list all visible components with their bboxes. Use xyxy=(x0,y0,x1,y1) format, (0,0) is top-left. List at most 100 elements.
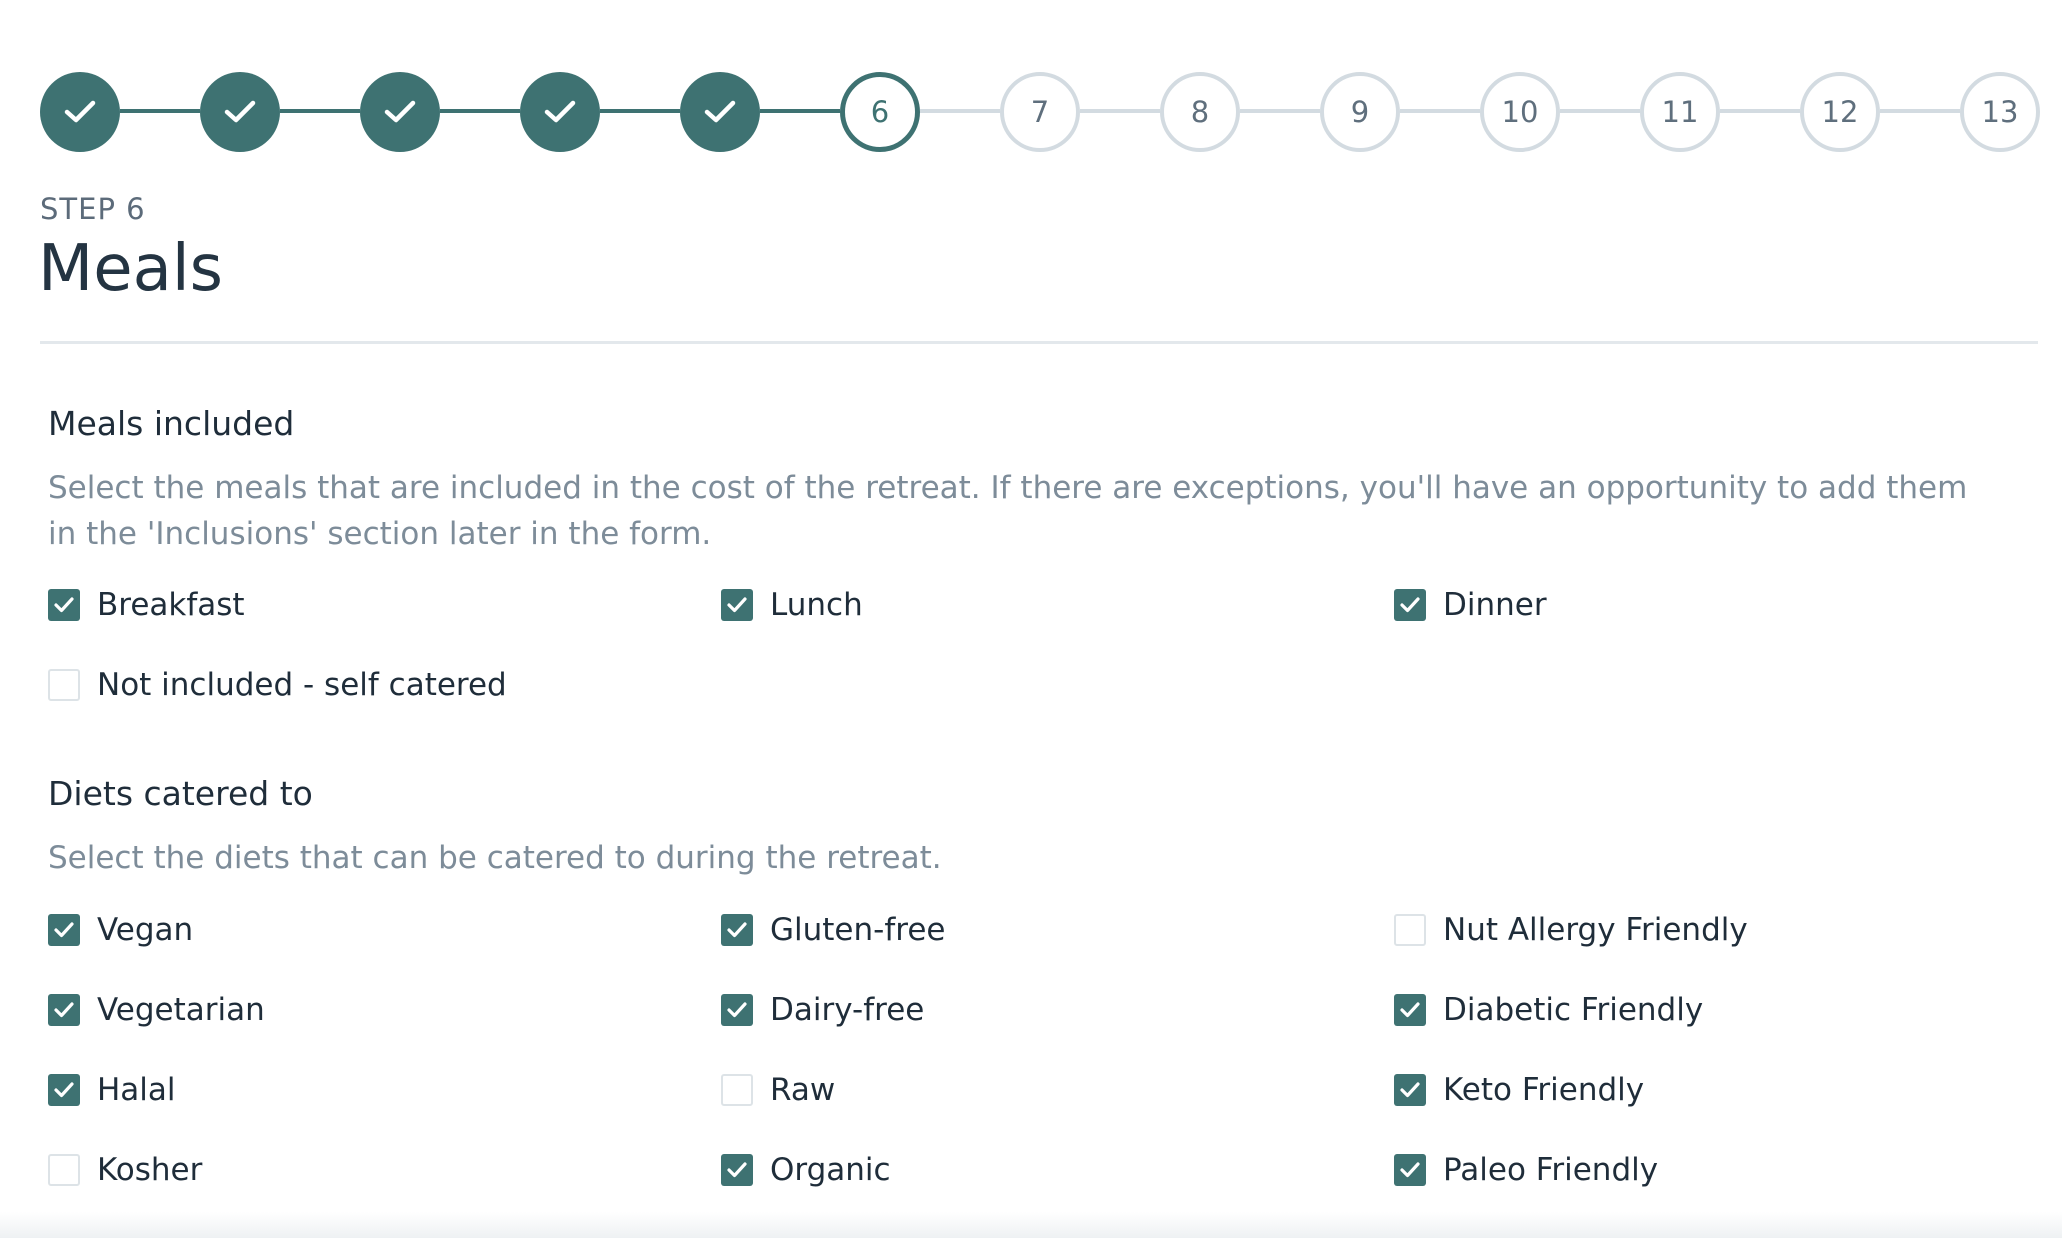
checkbox-option-lunch[interactable]: Lunch xyxy=(721,585,863,625)
checkbox-unchecked[interactable] xyxy=(1394,914,1426,946)
check-icon xyxy=(63,99,97,125)
step-number: 12 xyxy=(1821,95,1859,129)
diets-description: Select the diets that can be catered to … xyxy=(48,840,942,876)
stepper-connector xyxy=(440,109,520,113)
stepper-step-8[interactable]: 8 xyxy=(1160,72,1240,152)
checkbox-label: Vegetarian xyxy=(97,992,265,1028)
check-icon xyxy=(543,99,577,125)
checkbox-option-gluten-free[interactable]: Gluten-free xyxy=(721,910,945,950)
header-divider xyxy=(40,341,2038,344)
check-icon xyxy=(727,597,747,613)
stepper-connector xyxy=(1400,109,1480,113)
check-icon xyxy=(703,99,737,125)
checkbox-checked[interactable] xyxy=(721,994,753,1026)
diets-heading: Diets catered to xyxy=(48,774,313,813)
checkbox-option-dairy-free[interactable]: Dairy-free xyxy=(721,990,924,1030)
checkbox-option-paleo-friendly[interactable]: Paleo Friendly xyxy=(1394,1150,1658,1190)
stepper-connector xyxy=(1720,109,1800,113)
checkbox-label: Halal xyxy=(97,1072,176,1108)
checkbox-label: Nut Allergy Friendly xyxy=(1443,912,1748,948)
checkbox-option-keto-friendly[interactable]: Keto Friendly xyxy=(1394,1070,1644,1110)
checkbox-label: Diabetic Friendly xyxy=(1443,992,1704,1028)
stepper-step-2[interactable] xyxy=(200,72,280,152)
check-icon xyxy=(54,597,74,613)
stepper-step-9[interactable]: 9 xyxy=(1320,72,1400,152)
checkbox-option-dinner[interactable]: Dinner xyxy=(1394,585,1547,625)
checkbox-label: Organic xyxy=(770,1152,891,1188)
progress-stepper: 6 7 8 9 10 11 12 13 xyxy=(40,72,2040,152)
checkbox-checked[interactable] xyxy=(1394,589,1426,621)
checkbox-checked[interactable] xyxy=(48,1074,80,1106)
stepper-connector xyxy=(1240,109,1320,113)
checkbox-option-vegetarian[interactable]: Vegetarian xyxy=(48,990,265,1030)
checkbox-label: Dairy-free xyxy=(770,992,925,1028)
stepper-step-1[interactable] xyxy=(40,72,120,152)
stepper-connector xyxy=(760,109,840,113)
diets-section: Diets catered to Select the diets that c… xyxy=(48,774,2008,881)
checkbox-checked[interactable] xyxy=(721,914,753,946)
checkbox-checked[interactable] xyxy=(48,589,80,621)
checkbox-checked[interactable] xyxy=(48,994,80,1026)
check-icon xyxy=(1400,1082,1420,1098)
stepper-step-6[interactable]: 6 xyxy=(840,72,920,152)
stepper-connector xyxy=(1880,109,1960,113)
checkbox-label: Not included - self catered xyxy=(97,667,507,703)
checkbox-option-breakfast[interactable]: Breakfast xyxy=(48,585,245,625)
checkbox-option-diabetic-friendly[interactable]: Diabetic Friendly xyxy=(1394,990,1703,1030)
check-icon xyxy=(1400,597,1420,613)
stepper-step-4[interactable] xyxy=(520,72,600,152)
checkbox-unchecked[interactable] xyxy=(48,669,80,701)
stepper-connector xyxy=(1560,109,1640,113)
stepper-step-13[interactable]: 13 xyxy=(1960,72,2040,152)
stepper-step-10[interactable]: 10 xyxy=(1480,72,1560,152)
checkbox-option-vegan[interactable]: Vegan xyxy=(48,910,193,950)
check-icon xyxy=(727,1002,747,1018)
stepper-connector xyxy=(1080,109,1160,113)
checkbox-option-raw[interactable]: Raw xyxy=(721,1070,835,1110)
stepper-step-12[interactable]: 12 xyxy=(1800,72,1880,152)
checkbox-label: Raw xyxy=(770,1072,836,1108)
checkbox-checked[interactable] xyxy=(721,1154,753,1186)
stepper-step-5[interactable] xyxy=(680,72,760,152)
checkbox-option-organic[interactable]: Organic xyxy=(721,1150,891,1190)
checkbox-label: Keto Friendly xyxy=(1443,1072,1645,1108)
checkbox-option-nut-allergy-friendly[interactable]: Nut Allergy Friendly xyxy=(1394,910,1748,950)
stepper-step-11[interactable]: 11 xyxy=(1640,72,1720,152)
checkbox-checked[interactable] xyxy=(1394,1154,1426,1186)
check-icon xyxy=(727,922,747,938)
checkbox-checked[interactable] xyxy=(48,914,80,946)
checkbox-option-kosher[interactable]: Kosher xyxy=(48,1150,202,1190)
checkbox-option-halal[interactable]: Halal xyxy=(48,1070,176,1110)
checkbox-checked[interactable] xyxy=(1394,994,1426,1026)
checkbox-option-not-included-self-catered[interactable]: Not included - self catered xyxy=(48,665,507,705)
check-icon xyxy=(1400,1002,1420,1018)
stepper-connector xyxy=(280,109,360,113)
stepper-connector xyxy=(920,109,1000,113)
step-number: 7 xyxy=(1030,95,1050,129)
check-icon xyxy=(54,922,74,938)
stepper-connector xyxy=(120,109,200,113)
checkbox-unchecked[interactable] xyxy=(721,1074,753,1106)
check-icon xyxy=(383,99,417,125)
check-icon xyxy=(54,1082,74,1098)
step-number: 6 xyxy=(870,95,890,129)
page-title: Meals xyxy=(38,232,223,306)
checkbox-checked[interactable] xyxy=(721,589,753,621)
meals-included-description: Select the meals that are included in th… xyxy=(48,470,1968,552)
checkbox-label: Dinner xyxy=(1443,587,1547,623)
retreat-form-page: 6 7 8 9 10 11 12 13 STEP 6 Meals Meals included… xyxy=(0,0,2062,1238)
checkbox-label: Gluten-free xyxy=(770,912,946,948)
checkbox-label: Paleo Friendly xyxy=(1443,1152,1659,1188)
checkbox-checked[interactable] xyxy=(1394,1074,1426,1106)
checkbox-label: Vegan xyxy=(97,912,194,948)
step-kicker: STEP 6 xyxy=(40,192,146,226)
checkbox-unchecked[interactable] xyxy=(48,1154,80,1186)
stepper-connector xyxy=(600,109,680,113)
step-number: 9 xyxy=(1350,95,1370,129)
stepper-step-7[interactable]: 7 xyxy=(1000,72,1080,152)
meals-included-section: Meals included Select the meals that are… xyxy=(48,404,2008,557)
checkbox-label: Breakfast xyxy=(97,587,245,623)
meals-included-heading: Meals included xyxy=(48,404,295,443)
check-icon xyxy=(727,1162,747,1178)
stepper-step-3[interactable] xyxy=(360,72,440,152)
